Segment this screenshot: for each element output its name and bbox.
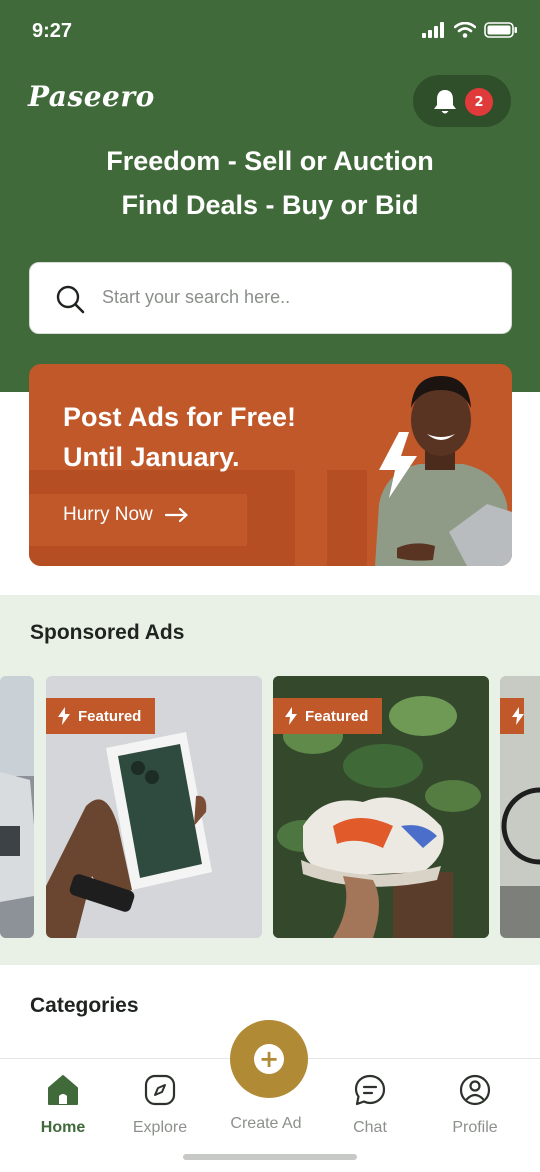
lightning-icon [58,707,70,725]
search-icon [56,285,85,314]
nav-profile[interactable]: Profile [430,1073,520,1137]
sponsored-card[interactable] [500,676,540,938]
promo-title-line-2: Until January. [63,442,240,472]
status-bar: 9:27 [0,0,540,66]
lightning-icon [285,707,297,725]
tagline-line-2: Find Deals - Buy or Bid [121,190,419,220]
lightning-bolt-icon [379,432,417,498]
bell-icon [434,90,456,114]
create-ad-button[interactable]: + [230,1020,308,1098]
app-logo[interactable]: Paseero [28,80,155,113]
compass-icon [144,1074,176,1106]
nav-explore-label: Explore [132,1119,188,1136]
search-bar[interactable]: Start your search here.. [29,262,512,334]
battery-icon [484,22,517,38]
categories-title: Categories [30,994,139,1017]
hurry-now-label: Hurry Now [63,504,153,525]
hurry-now-link[interactable]: Hurry Now [63,504,189,526]
promo-banner[interactable]: Post Ads for Free! Until January. Hurry … [29,364,512,566]
sponsored-card[interactable] [0,676,34,938]
nav-home-label: Home [40,1119,86,1136]
wifi-icon [454,22,476,38]
featured-badge: Featured [273,698,383,734]
nav-chat[interactable]: Chat [325,1073,415,1137]
sponsored-card[interactable]: Featured [273,676,489,938]
promo-title-line-1: Post Ads for Free! [63,402,297,432]
featured-label: Featured [78,707,142,725]
signal-icon [422,22,444,38]
featured-label: Featured [305,707,369,725]
notifications-button[interactable]: 2 [413,75,511,127]
status-icons [422,22,518,38]
tagline-line-1: Freedom - Sell or Auction [106,146,434,176]
nav-profile-label: Profile [452,1119,498,1136]
nav-home[interactable]: Home [18,1073,108,1137]
notification-count-badge: 2 [465,88,493,116]
nav-chat-label: Chat [353,1119,387,1136]
plus-icon: + [254,1044,284,1074]
arrow-right-icon [164,507,188,523]
sponsored-ads-section: Sponsored Ads Featured Featured [0,595,540,965]
chat-icon [354,1074,386,1106]
home-indicator[interactable] [183,1154,357,1160]
header: 9:27 Paseero 2 Freedom - Sell or Auction… [0,0,540,392]
home-icon [48,1075,78,1105]
search-input[interactable]: Start your search here.. [102,287,290,308]
featured-badge: Featured [46,698,156,734]
featured-badge [500,698,524,734]
promo-decoration [29,470,249,494]
sponsored-card[interactable]: Featured [46,676,262,938]
lightning-icon [512,707,524,725]
car-image [0,676,34,938]
profile-icon [459,1074,491,1106]
sponsored-ads-title: Sponsored Ads [30,621,185,644]
nav-create-ad-label: Create Ad [230,1115,302,1132]
status-time: 9:27 [32,20,73,42]
nav-explore[interactable]: Explore [115,1073,205,1137]
